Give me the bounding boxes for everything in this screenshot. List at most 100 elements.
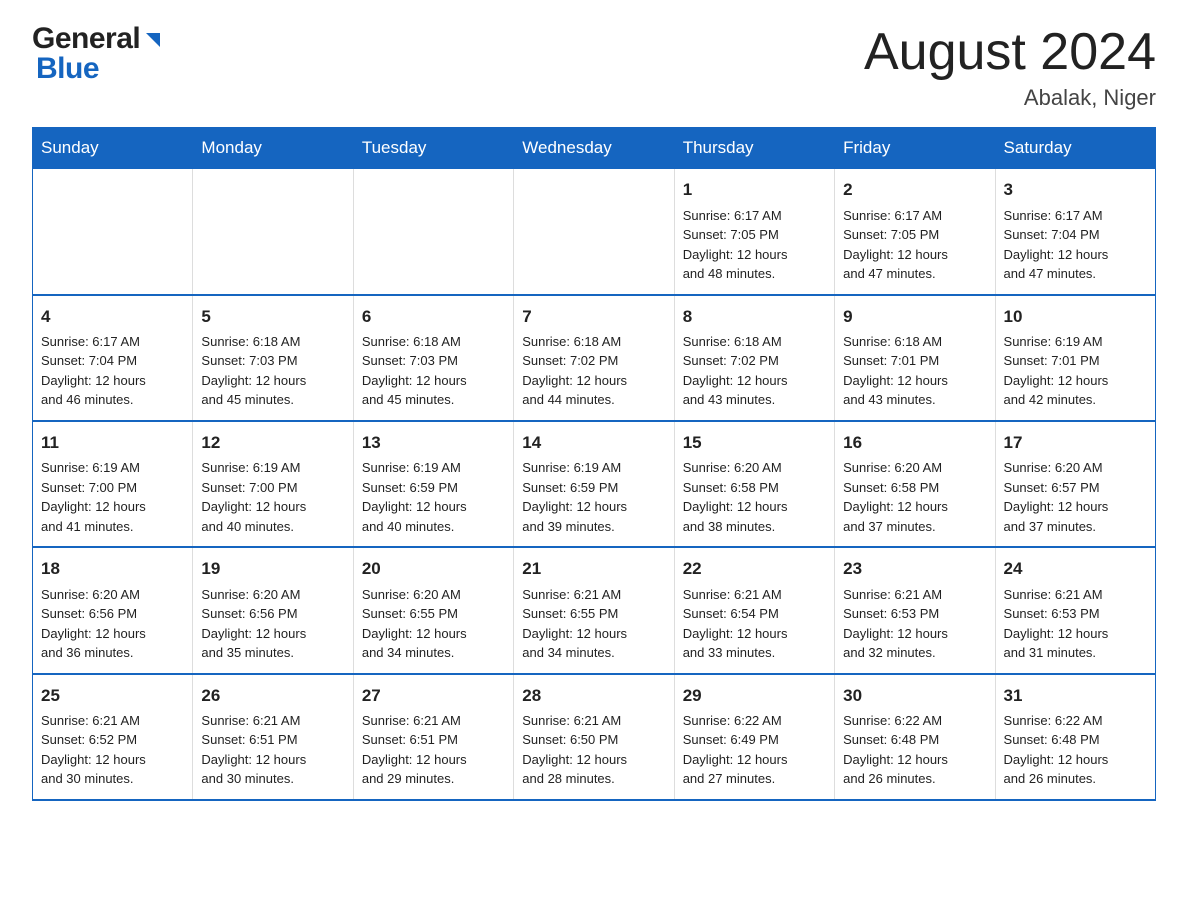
calendar-cell: 19 Sunrise: 6:20 AM Sunset: 6:56 PM Dayli…	[193, 547, 353, 673]
day-info: Sunrise: 6:22 AM Sunset: 6:49 PM Dayligh…	[683, 711, 826, 789]
day-info: Sunrise: 6:21 AM Sunset: 6:53 PM Dayligh…	[843, 585, 986, 663]
calendar-cell: 15Sunrise: 6:20 AM Sunset: 6:58 PM Dayli…	[674, 421, 834, 547]
day-number: 27	[362, 683, 505, 709]
calendar-cell	[33, 169, 193, 295]
calendar-cell: 16Sunrise: 6:20 AM Sunset: 6:58 PM Dayli…	[835, 421, 995, 547]
day-number: 18	[41, 556, 184, 582]
day-info: Sunrise: 6:21 AM Sunset: 6:51 PM Dayligh…	[362, 711, 505, 789]
location-title: Abalak, Niger	[864, 85, 1156, 111]
day-info: Sunrise: 6:21 AM Sunset: 6:51 PM Dayligh…	[201, 711, 344, 789]
day-info: Sunrise: 6:19 AM Sunset: 6:59 PM Dayligh…	[362, 458, 505, 536]
calendar-cell: 22 Sunrise: 6:21 AM Sunset: 6:54 PM Dayli…	[674, 547, 834, 673]
day-info: Sunrise: 6:20 AM Sunset: 6:58 PM Dayligh…	[843, 458, 986, 536]
calendar-cell: 12Sunrise: 6:19 AM Sunset: 7:00 PM Dayli…	[193, 421, 353, 547]
weekday-header-row: SundayMondayTuesdayWednesdayThursdayFrid…	[33, 128, 1156, 169]
page-header: General Blue August 2024 Abalak, Niger	[32, 24, 1156, 111]
calendar-cell	[514, 169, 674, 295]
day-number: 29	[683, 683, 826, 709]
day-info: Sunrise: 6:17 AM Sunset: 7:04 PM Dayligh…	[41, 332, 184, 410]
day-info: Sunrise: 6:21 AM Sunset: 6:50 PM Dayligh…	[522, 711, 665, 789]
day-number: 17	[1004, 430, 1147, 456]
logo-blue-text: Blue	[36, 52, 99, 85]
day-number: 11	[41, 430, 184, 456]
day-info: Sunrise: 6:20 AM Sunset: 6:56 PM Dayligh…	[201, 585, 344, 663]
day-info: Sunrise: 6:18 AM Sunset: 7:02 PM Dayligh…	[683, 332, 826, 410]
title-block: August 2024 Abalak, Niger	[864, 24, 1156, 111]
day-number: 3	[1004, 177, 1147, 203]
calendar-week-row: 18 Sunrise: 6:20 AM Sunset: 6:56 PM Dayli…	[33, 547, 1156, 673]
day-number: 8	[683, 304, 826, 330]
day-number: 25	[41, 683, 184, 709]
day-number: 13	[362, 430, 505, 456]
calendar-cell: 30Sunrise: 6:22 AM Sunset: 6:48 PM Dayli…	[835, 674, 995, 800]
day-number: 31	[1004, 683, 1147, 709]
calendar-cell	[193, 169, 353, 295]
day-number: 30	[843, 683, 986, 709]
calendar-cell	[353, 169, 513, 295]
calendar-cell: 17Sunrise: 6:20 AM Sunset: 6:57 PM Dayli…	[995, 421, 1155, 547]
weekday-header-saturday: Saturday	[995, 128, 1155, 169]
calendar-cell: 14Sunrise: 6:19 AM Sunset: 6:59 PM Dayli…	[514, 421, 674, 547]
day-info: Sunrise: 6:19 AM Sunset: 7:00 PM Dayligh…	[41, 458, 184, 536]
day-number: 19	[201, 556, 344, 582]
calendar-cell: 4Sunrise: 6:17 AM Sunset: 7:04 PM Daylig…	[33, 295, 193, 421]
day-number: 22	[683, 556, 826, 582]
calendar-cell: 6Sunrise: 6:18 AM Sunset: 7:03 PM Daylig…	[353, 295, 513, 421]
weekday-header-wednesday: Wednesday	[514, 128, 674, 169]
weekday-header-sunday: Sunday	[33, 128, 193, 169]
logo-triangle-icon	[142, 29, 164, 51]
day-number: 10	[1004, 304, 1147, 330]
day-info: Sunrise: 6:22 AM Sunset: 6:48 PM Dayligh…	[843, 711, 986, 789]
weekday-header-friday: Friday	[835, 128, 995, 169]
day-info: Sunrise: 6:19 AM Sunset: 7:00 PM Dayligh…	[201, 458, 344, 536]
calendar-cell: 28Sunrise: 6:21 AM Sunset: 6:50 PM Dayli…	[514, 674, 674, 800]
calendar-cell: 18 Sunrise: 6:20 AM Sunset: 6:56 PM Dayli…	[33, 547, 193, 673]
calendar-cell: 11Sunrise: 6:19 AM Sunset: 7:00 PM Dayli…	[33, 421, 193, 547]
day-number: 6	[362, 304, 505, 330]
day-info: Sunrise: 6:19 AM Sunset: 7:01 PM Dayligh…	[1004, 332, 1147, 410]
month-title: August 2024	[864, 24, 1156, 81]
day-info: Sunrise: 6:21 AM Sunset: 6:55 PM Dayligh…	[522, 585, 665, 663]
day-number: 7	[522, 304, 665, 330]
day-info: Sunrise: 6:22 AM Sunset: 6:48 PM Dayligh…	[1004, 711, 1147, 789]
day-info: Sunrise: 6:17 AM Sunset: 7:04 PM Dayligh…	[1004, 206, 1147, 284]
calendar-cell: 29Sunrise: 6:22 AM Sunset: 6:49 PM Dayli…	[674, 674, 834, 800]
day-number: 5	[201, 304, 344, 330]
day-number: 23	[843, 556, 986, 582]
day-info: Sunrise: 6:21 AM Sunset: 6:54 PM Dayligh…	[683, 585, 826, 663]
calendar-cell: 2 Sunrise: 6:17 AM Sunset: 7:05 PM Daylig…	[835, 169, 995, 295]
weekday-header-thursday: Thursday	[674, 128, 834, 169]
calendar-cell: 9Sunrise: 6:18 AM Sunset: 7:01 PM Daylig…	[835, 295, 995, 421]
day-number: 15	[683, 430, 826, 456]
day-number: 24	[1004, 556, 1147, 582]
day-info: Sunrise: 6:18 AM Sunset: 7:03 PM Dayligh…	[362, 332, 505, 410]
weekday-header-monday: Monday	[193, 128, 353, 169]
day-number: 1	[683, 177, 826, 203]
day-info: Sunrise: 6:20 AM Sunset: 6:56 PM Dayligh…	[41, 585, 184, 663]
day-info: Sunrise: 6:17 AM Sunset: 7:05 PM Dayligh…	[843, 206, 986, 284]
day-info: Sunrise: 6:20 AM Sunset: 6:58 PM Dayligh…	[683, 458, 826, 536]
calendar-cell: 3 Sunrise: 6:17 AM Sunset: 7:04 PM Daylig…	[995, 169, 1155, 295]
calendar-cell: 27Sunrise: 6:21 AM Sunset: 6:51 PM Dayli…	[353, 674, 513, 800]
day-info: Sunrise: 6:18 AM Sunset: 7:03 PM Dayligh…	[201, 332, 344, 410]
day-number: 9	[843, 304, 986, 330]
day-number: 20	[362, 556, 505, 582]
calendar-cell: 24Sunrise: 6:21 AM Sunset: 6:53 PM Dayli…	[995, 547, 1155, 673]
calendar-table: SundayMondayTuesdayWednesdayThursdayFrid…	[32, 127, 1156, 801]
weekday-header-tuesday: Tuesday	[353, 128, 513, 169]
calendar-cell: 25Sunrise: 6:21 AM Sunset: 6:52 PM Dayli…	[33, 674, 193, 800]
calendar-cell: 1 Sunrise: 6:17 AM Sunset: 7:05 PM Daylig…	[674, 169, 834, 295]
day-number: 2	[843, 177, 986, 203]
day-info: Sunrise: 6:17 AM Sunset: 7:05 PM Dayligh…	[683, 206, 826, 284]
day-number: 28	[522, 683, 665, 709]
calendar-cell: 7Sunrise: 6:18 AM Sunset: 7:02 PM Daylig…	[514, 295, 674, 421]
day-info: Sunrise: 6:21 AM Sunset: 6:52 PM Dayligh…	[41, 711, 184, 789]
day-info: Sunrise: 6:19 AM Sunset: 6:59 PM Dayligh…	[522, 458, 665, 536]
calendar-week-row: 11Sunrise: 6:19 AM Sunset: 7:00 PM Dayli…	[33, 421, 1156, 547]
day-info: Sunrise: 6:18 AM Sunset: 7:01 PM Dayligh…	[843, 332, 986, 410]
day-info: Sunrise: 6:20 AM Sunset: 6:55 PM Dayligh…	[362, 585, 505, 663]
calendar-cell: 31Sunrise: 6:22 AM Sunset: 6:48 PM Dayli…	[995, 674, 1155, 800]
calendar-cell: 10Sunrise: 6:19 AM Sunset: 7:01 PM Dayli…	[995, 295, 1155, 421]
calendar-cell: 13Sunrise: 6:19 AM Sunset: 6:59 PM Dayli…	[353, 421, 513, 547]
day-number: 26	[201, 683, 344, 709]
